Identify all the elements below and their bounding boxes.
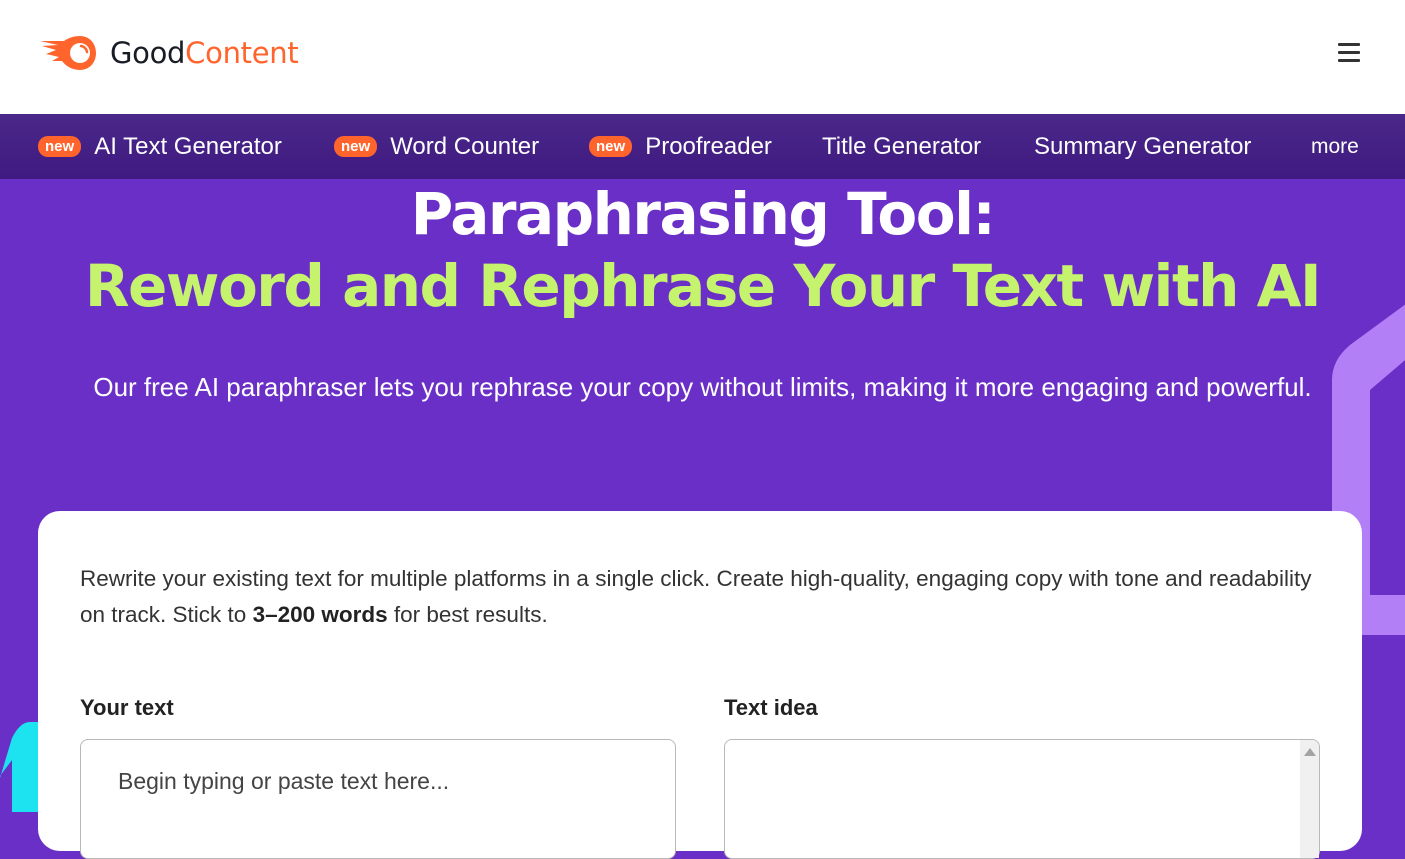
title-line-1: Paraphrasing Tool: [410,180,996,248]
new-badge: new [589,136,633,157]
hero-subtitle: Our free AI paraphraser lets you rephras… [93,372,1312,402]
text-idea-label: Text idea [724,695,818,720]
paraphrase-card: Rewrite your existing text for multiple … [38,511,1362,859]
nav-item-summary-generator[interactable]: Summary Generator [1034,114,1251,179]
logo-text: GoodContent [110,36,299,70]
word-limit: 3–200 words [252,602,388,627]
hamburger-menu-icon[interactable] [1338,43,1362,65]
fireball-logo-icon [40,36,96,70]
nav-item-label: Title Generator [822,132,982,160]
your-text-placeholder: Begin typing or paste text here... [118,768,450,794]
nav-item-label: AI Text Generator [94,132,282,160]
nav-item-word-counter[interactable]: new Word Counter [334,114,539,179]
new-badge: new [38,136,82,157]
card-description: Rewrite your existing text for multiple … [80,566,1312,627]
nav-item-label: Word Counter [390,132,540,160]
nav-item-title-generator[interactable]: Title Generator [822,114,981,179]
page-title: Paraphrasing Tool: Reword and Rephrase Y… [0,178,1405,322]
your-text-label: Your text [80,695,174,720]
nav-item-label: Summary Generator [1034,132,1252,160]
scroll-up-arrow-icon[interactable] [1304,748,1316,756]
nav-more-link[interactable]: more [1311,114,1359,179]
your-text-input[interactable]: Begin typing or paste text here... [80,739,676,859]
new-badge: new [334,136,378,157]
scrollbar[interactable] [1300,740,1319,858]
title-line-2: Reword and Rephrase Your Text with AI [84,252,1322,320]
nav-item-label: Proofreader [645,132,772,160]
decorative-shape-left [0,722,40,812]
nav-item-ai-text-generator[interactable]: new AI Text Generator [38,114,282,179]
tools-nav: new AI Text Generator new Word Counter n… [0,114,1405,179]
nav-item-proofreader[interactable]: new Proofreader [589,114,772,179]
logo[interactable]: GoodContent [38,33,299,73]
site-header: GoodContent [0,0,1405,114]
text-idea-output[interactable] [724,739,1320,859]
